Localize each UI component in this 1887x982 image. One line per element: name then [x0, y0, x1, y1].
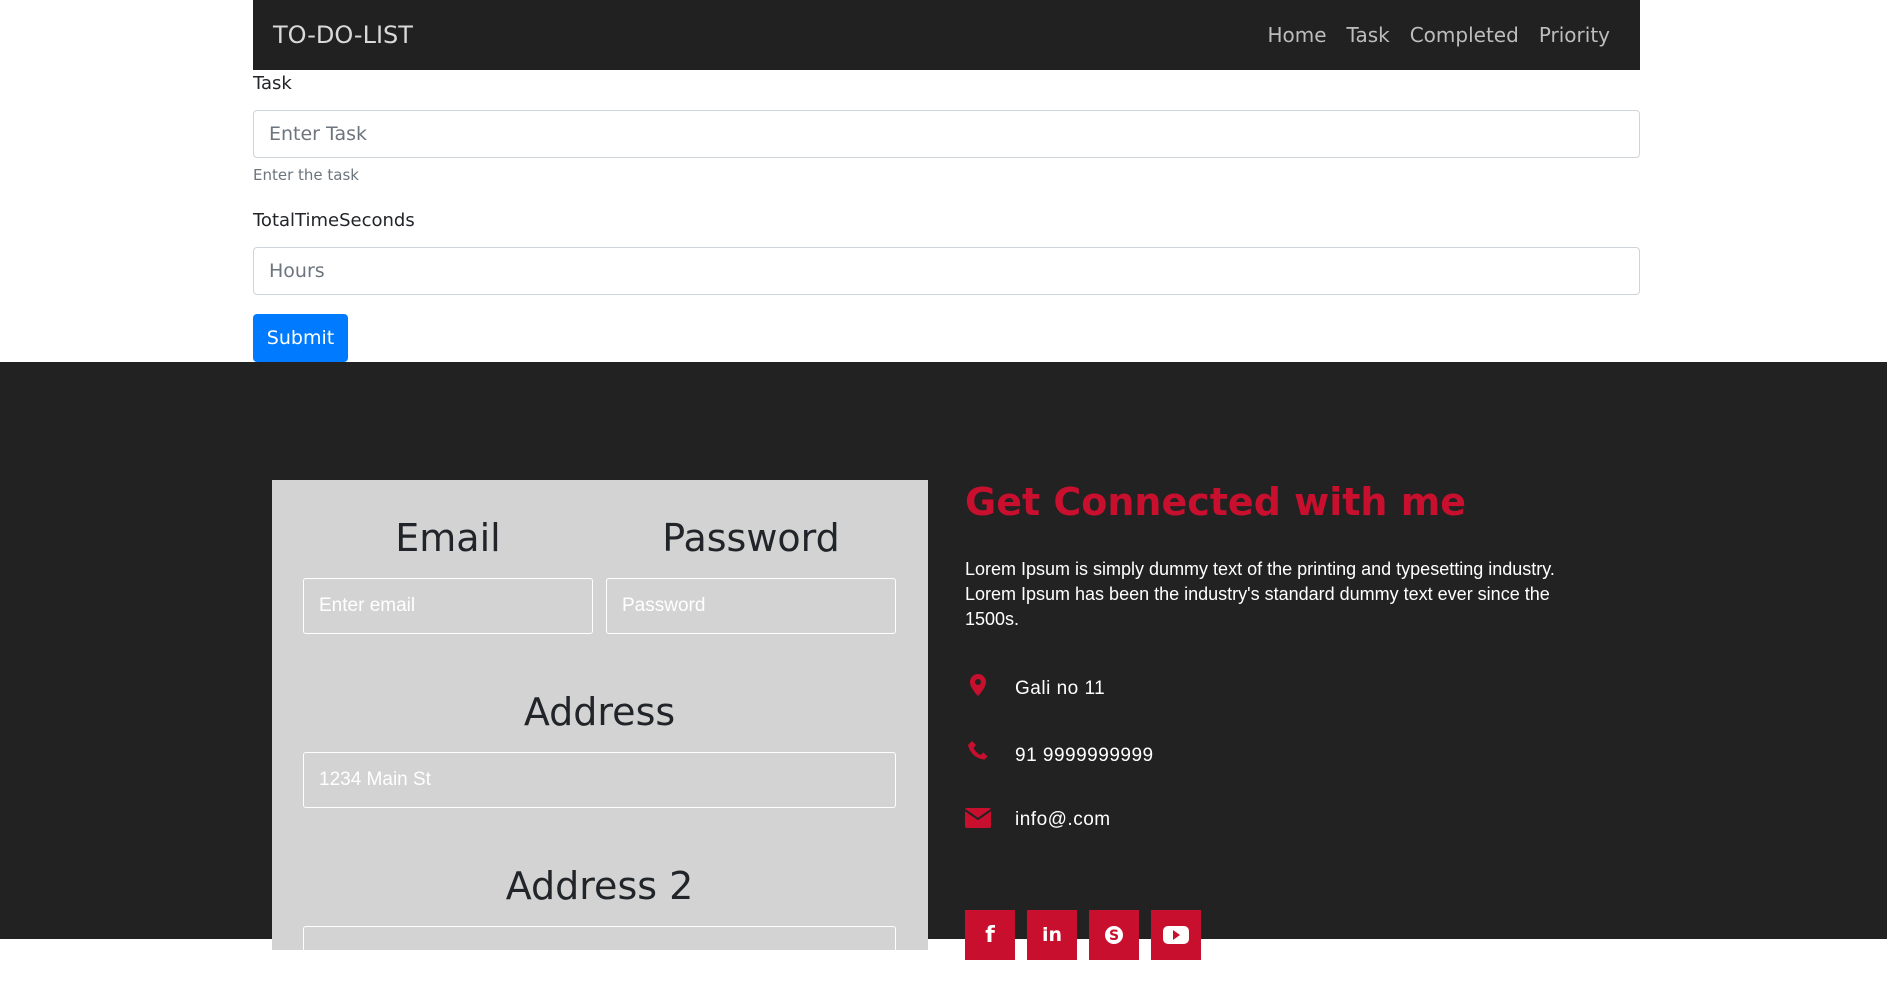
navbar: TO-DO-LIST Home Task Completed Priority [253, 0, 1640, 70]
skype-icon[interactable]: S [1089, 910, 1139, 960]
address2-input[interactable] [303, 926, 896, 982]
nav-links: Home Task Completed Priority [1257, 23, 1620, 47]
social-links: f in S [965, 910, 1201, 960]
contact-phone-text: 91 9999999999 [1015, 745, 1154, 766]
nav-link-priority[interactable]: Priority [1529, 23, 1620, 47]
contact-description: Lorem Ipsum is simply dummy text of the … [965, 559, 1555, 629]
submit-button[interactable]: Submit [253, 314, 348, 362]
password-heading: Password [662, 516, 840, 560]
contact-title: Get Connected with me [965, 480, 1467, 524]
task-input[interactable] [253, 110, 1640, 158]
contact-phone: 91 9999999999 [965, 740, 1153, 766]
envelope-icon [965, 808, 991, 834]
nav-link-task[interactable]: Task [1337, 23, 1400, 47]
nav-link-completed[interactable]: Completed [1400, 23, 1529, 47]
email-input[interactable] [303, 578, 593, 634]
linkedin-icon[interactable]: in [1027, 910, 1077, 960]
contact-address-text: Gali no 11 [1015, 678, 1106, 699]
phone-icon [965, 740, 991, 766]
email-heading: Email [395, 516, 501, 560]
youtube-icon[interactable] [1151, 910, 1201, 960]
address2-heading: Address 2 [505, 864, 694, 908]
svg-text:S: S [1109, 928, 1119, 944]
map-marker-icon [965, 674, 991, 700]
password-input[interactable] [606, 578, 896, 634]
time-input[interactable] [253, 247, 1640, 295]
facebook-icon[interactable]: f [965, 910, 1015, 960]
time-label: TotalTimeSeconds [253, 210, 415, 231]
contact-email-text: info@.com [1015, 809, 1111, 830]
login-card: Email Password Address Address 2 [272, 480, 928, 982]
address-heading: Address [523, 690, 676, 734]
footer: Email Password Address Address 2 Get Con… [0, 362, 1887, 982]
contact-address: Gali no 11 [965, 674, 1105, 700]
brand-logo[interactable]: TO-DO-LIST [273, 21, 413, 49]
task-label: Task [253, 73, 292, 94]
nav-link-home[interactable]: Home [1257, 23, 1336, 47]
contact-email: info@.com [965, 808, 1110, 834]
address-input[interactable] [303, 752, 896, 808]
task-help-text: Enter the task [253, 166, 359, 184]
contact-section: Get Connected with me Lorem Ipsum is sim… [965, 480, 1615, 830]
